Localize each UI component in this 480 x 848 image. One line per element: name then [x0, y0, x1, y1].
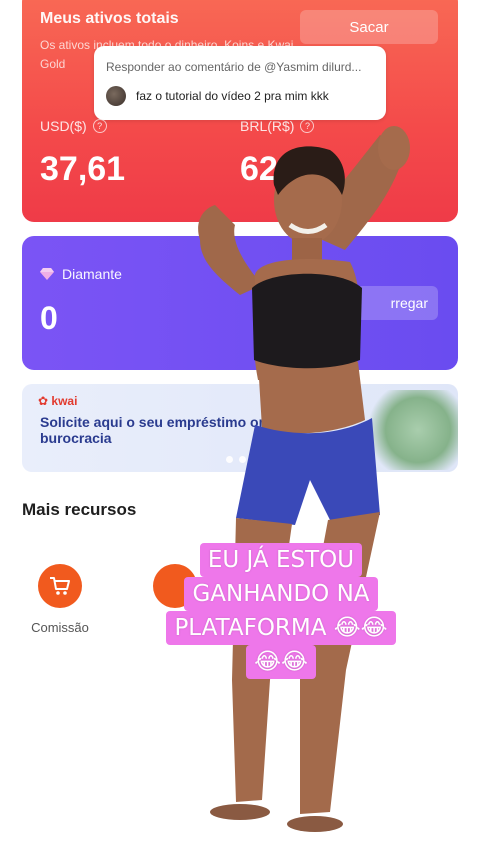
caption-line: EU JÁ ESTOU	[199, 543, 363, 577]
dancing-person-image	[198, 126, 410, 832]
reply-comment-card[interactable]: Responder ao comentário de @Yasmim dilur…	[94, 46, 386, 120]
avatar[interactable]	[106, 86, 126, 106]
comment-row: faz o tutorial do vídeo 2 pra mim kkk	[106, 86, 329, 106]
caption-line: GANHANDO NA	[184, 577, 378, 611]
caption-line: 😂😂	[246, 645, 316, 679]
comment-text: faz o tutorial do vídeo 2 pra mim kkk	[136, 89, 329, 103]
caption-line: PLATAFORMA 😂😂	[166, 611, 396, 645]
video-caption: EU JÁ ESTOU GANHANDO NA PLATAFORMA 😂😂 😂😂	[150, 543, 412, 679]
reply-header: Responder ao comentário de @Yasmim dilur…	[106, 60, 362, 74]
